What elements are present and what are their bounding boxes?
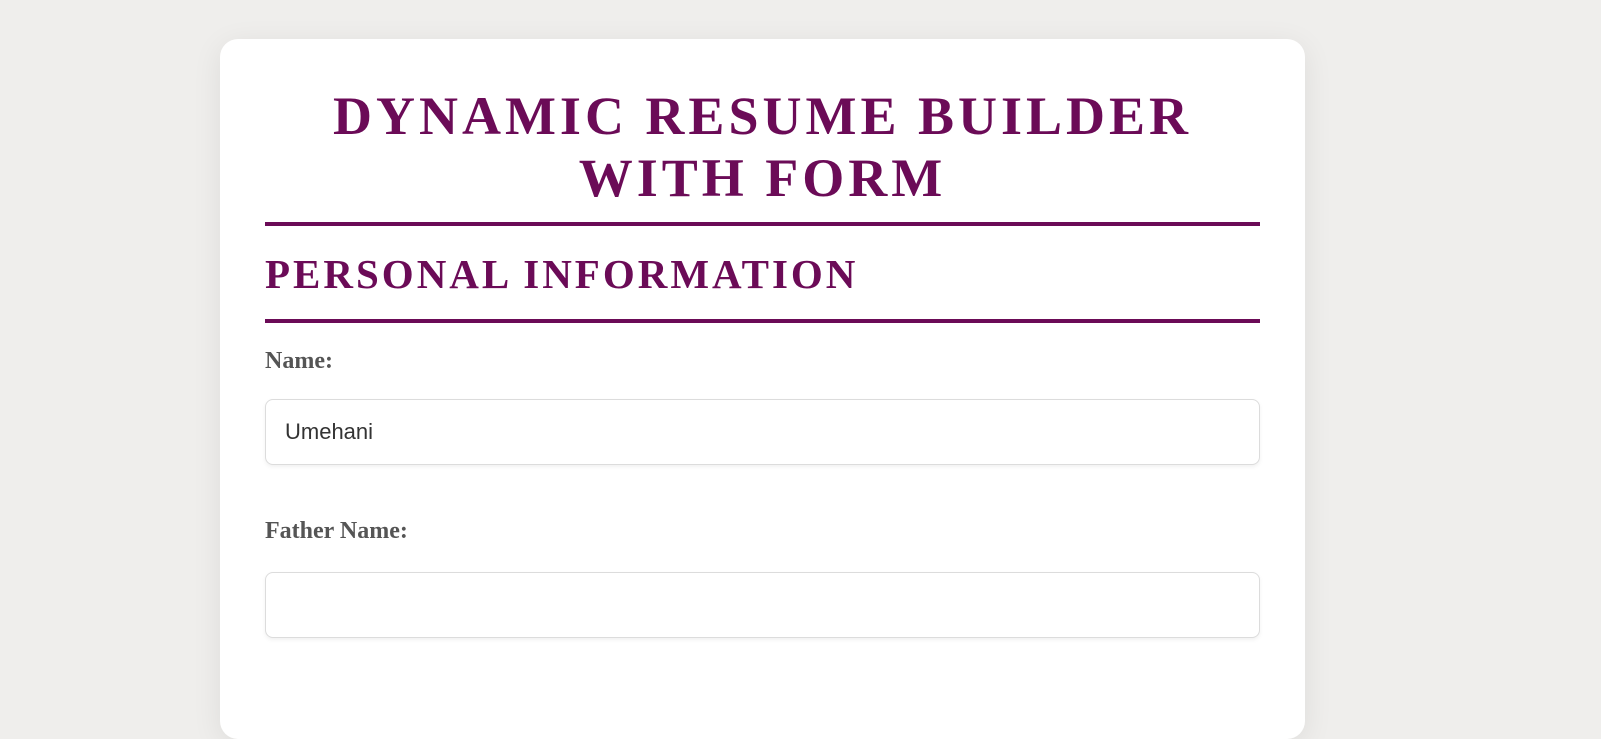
father-name-label: Father Name: xyxy=(265,518,408,544)
resume-form-card: DYNAMIC RESUME BUILDER WITH FORM PERSONA… xyxy=(220,39,1305,739)
name-label: Name: xyxy=(265,348,333,374)
section-heading-personal-information: PERSONAL INFORMATION xyxy=(265,251,859,297)
page-title: DYNAMIC RESUME BUILDER WITH FORM xyxy=(332,86,1193,208)
name-input[interactable] xyxy=(265,399,1260,465)
section-divider xyxy=(265,319,1260,323)
father-name-input[interactable] xyxy=(265,572,1260,638)
title-divider xyxy=(265,222,1260,226)
